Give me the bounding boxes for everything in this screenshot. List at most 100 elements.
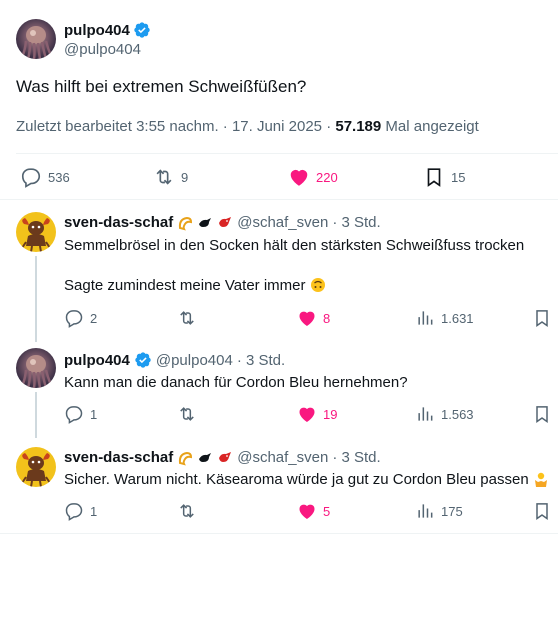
- like-count: 8: [323, 310, 331, 326]
- views-count: 57.189: [335, 118, 382, 135]
- repost-icon: [180, 504, 194, 518]
- repost-button[interactable]: 9: [153, 166, 188, 188]
- octopus-avatar-image: [20, 355, 53, 388]
- reply-icon: [21, 168, 41, 188]
- reply-tweet[interactable]: sven-das-schaf @schaf_sven · 3 Std. Sich…: [0, 438, 558, 534]
- reply-button[interactable]: 2: [64, 308, 97, 328]
- views-button[interactable]: 175: [415, 501, 463, 521]
- bookmark-button[interactable]: 15: [423, 166, 465, 188]
- reply-tweet[interactable]: pulpo404 @pulpo404 · 3 Std. Kann man die…: [0, 342, 558, 438]
- bookmark-button[interactable]: [532, 404, 552, 424]
- repost-button[interactable]: [177, 501, 197, 521]
- reply-author-handle[interactable]: @pulpo404: [156, 352, 233, 369]
- reply-button[interactable]: 536: [20, 166, 70, 188]
- bookmark-count: 15: [451, 169, 466, 185]
- verified-badge-icon: [134, 22, 150, 38]
- reply-button[interactable]: 1: [64, 404, 97, 424]
- reply-icon: [65, 310, 83, 328]
- octopus-avatar-image: [20, 26, 53, 59]
- sheep-avatar-image: [21, 218, 51, 252]
- repost-count: 9: [181, 169, 189, 185]
- tweet-meta: Zuletzt bearbeitet 3:55 nachm. · 17. Jun…: [16, 118, 479, 135]
- reply-text-line2: Sagte zumindest meine Vater immer: [64, 277, 326, 294]
- views-button[interactable]: 1.563: [415, 404, 474, 424]
- tweet-text: Was hilft bei extremen Schweißfüßen?: [16, 77, 307, 96]
- thread-line: [35, 256, 37, 342]
- heart-filled-icon: [299, 407, 315, 422]
- like-button[interactable]: 5: [297, 501, 330, 521]
- repost-button[interactable]: [177, 404, 197, 424]
- views-button[interactable]: 1.631: [415, 308, 474, 328]
- reply-header: pulpo404 @pulpo404 · 3 Std.: [64, 351, 285, 369]
- reply-time[interactable]: · 3 Std.: [332, 449, 380, 466]
- like-button[interactable]: 19: [297, 404, 337, 424]
- reply-author-handle[interactable]: @schaf_sven: [237, 214, 328, 231]
- views-label: Mal angezeigt: [381, 118, 479, 135]
- reply-author-name[interactable]: sven-das-schaf: [64, 449, 173, 466]
- reply-avatar[interactable]: [16, 348, 56, 388]
- divider: [0, 533, 558, 534]
- analytics-icon: [418, 407, 433, 421]
- views-count: 175: [441, 503, 463, 519]
- red-bird-emoji-icon: [219, 451, 232, 462]
- reply-author-handle[interactable]: @schaf_sven: [237, 449, 328, 466]
- like-button[interactable]: 8: [297, 308, 330, 328]
- reply-count: 1: [90, 406, 98, 422]
- reply-time[interactable]: · 3 Std.: [237, 352, 285, 369]
- reply-text: Sicher. Warum nicht. Käsearoma würde ja …: [64, 471, 529, 488]
- views-count: 1.563: [441, 406, 474, 422]
- reply-icon: [65, 406, 83, 424]
- horn-emoji-icon: [179, 451, 193, 465]
- like-count: 220: [316, 169, 338, 185]
- reply-avatar[interactable]: [16, 212, 56, 252]
- reply-count: 536: [48, 169, 70, 185]
- edited-timestamp[interactable]: Zuletzt bearbeitet 3:55 nachm. · 17. Jun…: [16, 118, 335, 135]
- bookmark-icon: [536, 503, 548, 520]
- reply-tweet[interactable]: sven-das-schaf @schaf_sven · 3 Std. Semm…: [0, 200, 558, 342]
- author-name[interactable]: pulpo404: [64, 22, 130, 39]
- views-count: 1.631: [441, 310, 474, 326]
- reply-button[interactable]: 1: [64, 501, 97, 521]
- reply-text: Kann man die danach für Cordon Bleu hern…: [64, 374, 408, 391]
- red-bird-emoji-icon: [219, 216, 232, 227]
- heart-filled-icon: [299, 504, 315, 519]
- reply-count: 2: [90, 310, 98, 326]
- analytics-icon: [418, 504, 433, 518]
- like-count: 19: [323, 406, 338, 422]
- reply-text-line: Sicher. Warum nicht. Käsearoma würde ja …: [64, 471, 549, 488]
- thread-line: [35, 392, 37, 438]
- reply-icon: [65, 503, 83, 521]
- person-shrugging-emoji-icon: [534, 472, 547, 487]
- repost-icon: [180, 407, 194, 421]
- reply-text-line: Sagte zumindest meine Vater immer: [64, 277, 306, 294]
- reply-header: sven-das-schaf @schaf_sven · 3 Std.: [64, 449, 381, 466]
- reply-author-name[interactable]: pulpo404: [64, 352, 130, 369]
- bookmark-icon: [427, 168, 441, 187]
- reply-avatar[interactable]: [16, 447, 56, 487]
- analytics-icon: [418, 311, 433, 325]
- bookmark-icon: [536, 406, 548, 423]
- reply-count: 1: [90, 503, 98, 519]
- author-avatar[interactable]: [16, 19, 56, 59]
- repost-icon: [180, 311, 194, 325]
- upside-down-face-emoji-icon: [310, 278, 325, 292]
- verified-badge-icon: [135, 352, 151, 368]
- bookmark-icon: [536, 310, 548, 327]
- reply-author-name[interactable]: sven-das-schaf: [64, 214, 173, 231]
- repost-icon: [156, 169, 172, 185]
- bird-emoji-icon: [199, 452, 212, 462]
- reply-text: Semmelbrösel in den Socken hält den stär…: [64, 237, 525, 254]
- divider: [16, 153, 558, 154]
- bookmark-button[interactable]: [532, 501, 552, 521]
- heart-filled-icon: [290, 169, 308, 186]
- like-count: 5: [323, 503, 331, 519]
- repost-button[interactable]: [177, 308, 197, 328]
- bird-emoji-icon: [199, 217, 212, 227]
- reply-time[interactable]: · 3 Std.: [332, 214, 380, 231]
- bookmark-button[interactable]: [532, 308, 552, 328]
- horn-emoji-icon: [179, 216, 193, 230]
- sheep-avatar-image: [21, 453, 51, 487]
- author-handle[interactable]: @pulpo404: [64, 41, 141, 58]
- author-name-row[interactable]: pulpo404: [64, 21, 151, 39]
- like-button[interactable]: 220: [288, 166, 338, 188]
